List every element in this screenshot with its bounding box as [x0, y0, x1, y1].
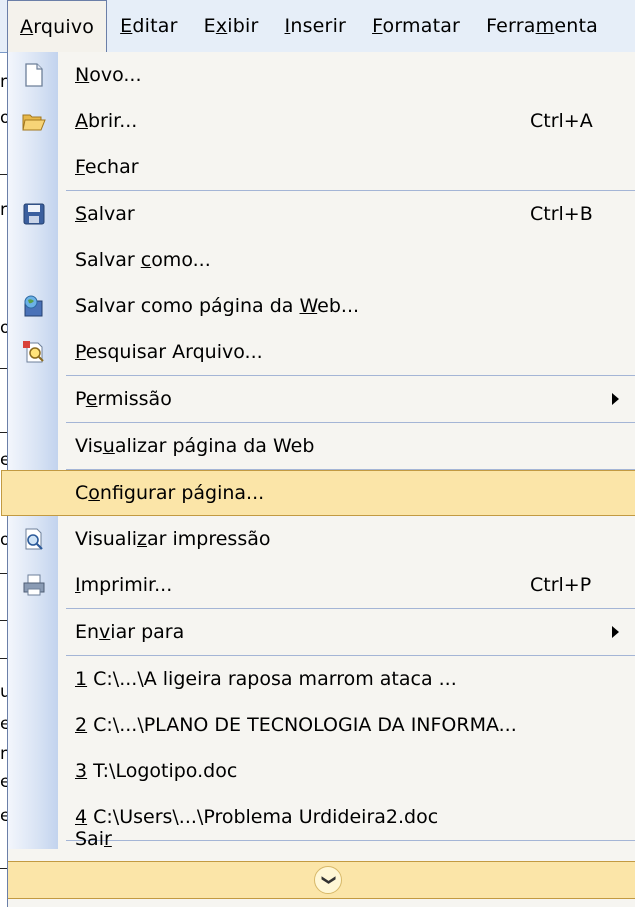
recent-file-3[interactable]: 3 T:\Logotipo.doc	[8, 748, 635, 794]
expand-menu-bar[interactable]: ❯	[8, 861, 635, 899]
menu-item-fechar[interactable]: Fechar	[8, 144, 635, 190]
menu-formatar[interactable]: Formatar	[359, 0, 473, 52]
menu-item-pesquisar-arquivo[interactable]: Pesquisar Arquivo...	[8, 329, 635, 375]
menu-item-imprimir[interactable]: Imprimir... Ctrl+P	[8, 562, 635, 608]
menu-item-abrir[interactable]: Abrir... Ctrl+A	[8, 98, 635, 144]
menu-item-salvar-web[interactable]: Salvar como página da Web...	[8, 283, 635, 329]
menu-item-enviar-para[interactable]: Enviar para	[8, 609, 635, 655]
menu-ferramentas[interactable]: Ferramenta	[473, 0, 611, 52]
menu-exibir[interactable]: Exibir	[191, 0, 272, 52]
arquivo-dropdown-menu: Novo... Abrir... Ctrl+A Fechar Salvar Ct…	[1, 52, 635, 907]
search-file-icon	[23, 341, 44, 363]
double-chevron-down-icon[interactable]: ❯	[314, 866, 342, 894]
submenu-arrow-icon	[612, 393, 619, 405]
menu-item-visualizar-impressao[interactable]: Visualizar impressão	[8, 516, 635, 562]
shortcut-label: Ctrl+A	[530, 110, 593, 132]
menu-bar: Arquivo Editar Exibir Inserir Formatar F…	[0, 0, 635, 54]
print-preview-icon	[25, 528, 43, 550]
document-edge: n o r o e o u e n e e	[0, 0, 7, 907]
menu-arquivo[interactable]: Arquivo	[7, 0, 108, 54]
recent-file-1[interactable]: 1 C:\...\A ligeira raposa marrom ataca .…	[8, 656, 635, 702]
menu-item-salvar[interactable]: Salvar Ctrl+B	[8, 191, 635, 237]
menu-editar[interactable]: Editar	[107, 0, 190, 52]
new-document-icon	[25, 63, 43, 87]
recent-file-2[interactable]: 2 C:\...\PLANO DE TECNOLOGIA DA INFORMA.…	[8, 702, 635, 748]
open-folder-icon	[22, 114, 46, 131]
menu-item-salvar-como[interactable]: Salvar como...	[8, 237, 635, 283]
menu-item-novo[interactable]: Novo...	[8, 52, 635, 98]
save-disk-icon	[23, 203, 45, 225]
menu-item-permissao[interactable]: Permissão	[8, 376, 635, 422]
menu-item-visualizar-web[interactable]: Visualizar página da Web	[8, 423, 635, 469]
save-web-icon	[24, 295, 43, 317]
shortcut-label: Ctrl+P	[530, 574, 592, 596]
menu-inserir[interactable]: Inserir	[272, 0, 360, 52]
shortcut-label: Ctrl+B	[530, 203, 593, 225]
submenu-arrow-icon	[612, 626, 619, 638]
menu-item-sair[interactable]: Sair	[8, 816, 635, 862]
printer-icon	[23, 574, 45, 596]
menu-item-configurar-pagina[interactable]: Configurar página...	[1, 470, 635, 516]
